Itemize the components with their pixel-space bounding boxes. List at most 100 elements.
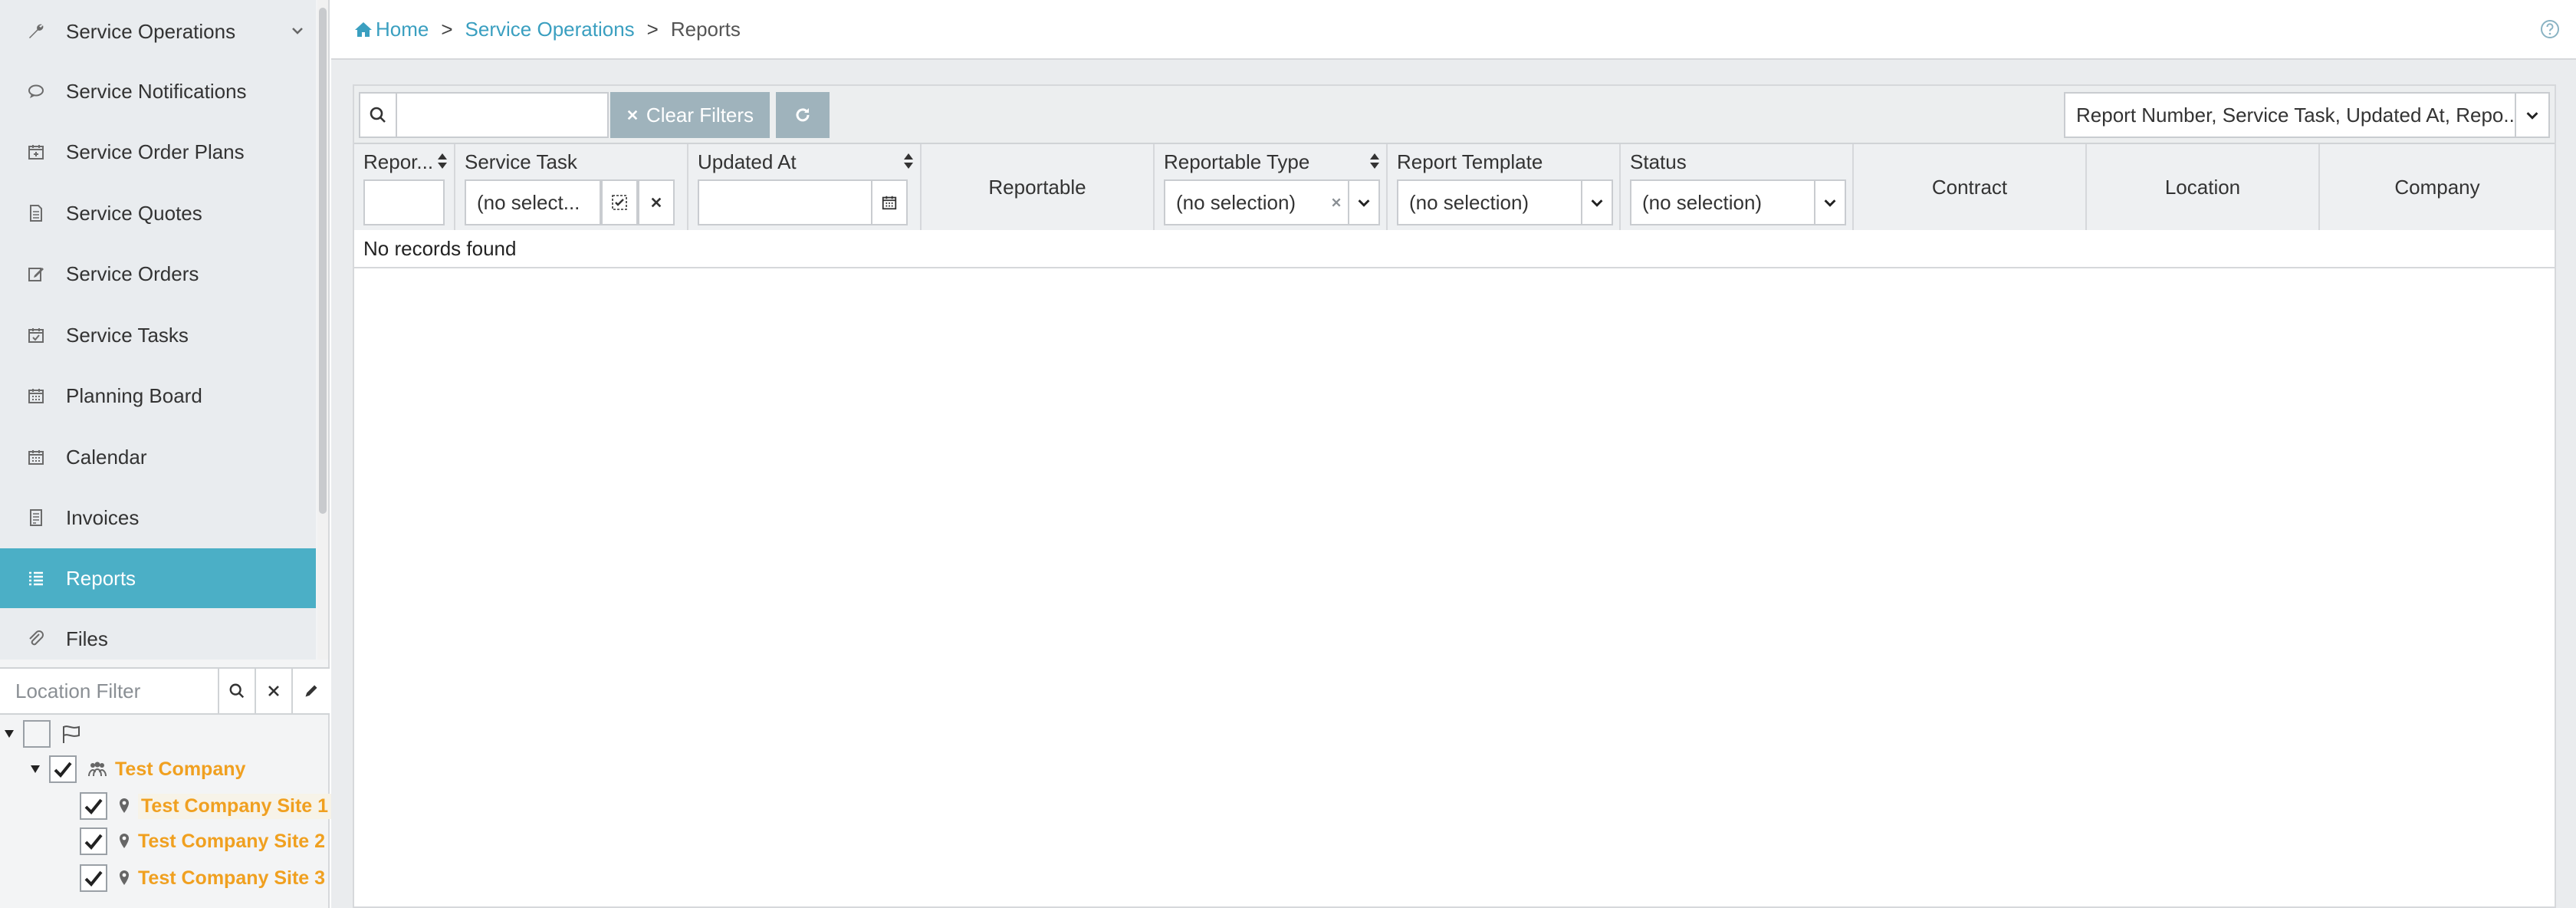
- tree-root-checkbox[interactable]: [23, 720, 51, 748]
- sidebar-item-service-orders[interactable]: Service Orders: [0, 244, 316, 304]
- service-task-filter-value: (no select...: [477, 190, 580, 214]
- tree-node-site: Test Company Site 1: [74, 789, 332, 823]
- site-checkbox[interactable]: [80, 827, 107, 855]
- site-checkbox[interactable]: [80, 792, 107, 820]
- clear-filters-button[interactable]: Clear Filters: [610, 92, 770, 138]
- breadcrumb-service-operations[interactable]: Service Operations: [465, 18, 635, 41]
- column-reportable-type[interactable]: Reportable Type (no selection): [1155, 144, 1388, 230]
- calendar-icon: [26, 447, 46, 467]
- service-task-filter[interactable]: (no select...: [465, 179, 601, 225]
- chevron-down-icon[interactable]: [1814, 181, 1845, 224]
- site-checkbox[interactable]: [80, 864, 107, 892]
- search-input[interactable]: [396, 92, 609, 138]
- clear-icon[interactable]: [1325, 197, 1348, 208]
- report-template-filter[interactable]: (no selection): [1397, 179, 1613, 225]
- tree-node-site: Test Company Site 3: [74, 861, 325, 895]
- column-header-label: Updated At: [698, 150, 797, 173]
- sidebar-item-service-notifications[interactable]: Service Notifications: [0, 61, 316, 121]
- main-content: Home > Service Operations > Reports Clea…: [331, 0, 2576, 908]
- sort-icon[interactable]: [437, 152, 448, 170]
- map-marker-icon: [118, 833, 130, 850]
- refresh-button[interactable]: [776, 92, 830, 138]
- sidebar-item-label: Planning Board: [66, 383, 202, 407]
- sidebar-item-label: Calendar: [66, 445, 147, 469]
- reports-panel: Clear Filters Report Number, Service Tas…: [353, 84, 2556, 908]
- date-picker-button[interactable]: [871, 179, 908, 225]
- location-edit-button[interactable]: [293, 669, 330, 713]
- updated-at-filter[interactable]: [698, 179, 872, 225]
- column-report-number[interactable]: Repor...: [354, 144, 455, 230]
- column-company[interactable]: Company: [2320, 144, 2555, 230]
- column-header-label: Service Task: [465, 150, 577, 173]
- tree-node-site: Test Company Site 2: [74, 824, 325, 858]
- location-clear-button[interactable]: [256, 669, 293, 713]
- location-search-button[interactable]: [219, 669, 256, 713]
- sidebar-item-service-quotes[interactable]: Service Quotes: [0, 183, 316, 243]
- close-icon: [268, 686, 279, 696]
- calendar-check-icon: [26, 325, 46, 345]
- sidebar-item-files[interactable]: Files: [0, 609, 316, 660]
- location-filter-input[interactable]: [0, 669, 219, 713]
- breadcrumb: Home > Service Operations > Reports: [331, 0, 2576, 60]
- column-header-label: Company: [2394, 175, 2480, 199]
- calendar-icon: [882, 196, 897, 210]
- sidebar-item-invoices[interactable]: Invoices: [0, 488, 316, 548]
- reportable-type-filter[interactable]: (no selection): [1164, 179, 1380, 225]
- column-header-label: Reportable: [988, 175, 1086, 199]
- chevron-down-icon[interactable]: [288, 21, 307, 40]
- column-header-label: Reportable Type: [1164, 150, 1310, 173]
- location-filter: [0, 667, 330, 715]
- company-checkbox[interactable]: [49, 755, 77, 783]
- chevron-down-icon[interactable]: [1348, 181, 1378, 224]
- sort-icon[interactable]: [903, 152, 914, 170]
- sidebar-item-planning-board[interactable]: Planning Board: [0, 366, 316, 426]
- sort-icon[interactable]: [1369, 152, 1380, 170]
- service-task-clear-button[interactable]: [638, 179, 675, 225]
- column-location[interactable]: Location: [2087, 144, 2320, 230]
- column-reportable[interactable]: Reportable: [922, 144, 1155, 230]
- calendar-icon: [26, 386, 46, 406]
- column-service-task[interactable]: Service Task (no select...: [455, 144, 688, 230]
- collapse-triangle-icon[interactable]: [2, 726, 17, 742]
- column-header-label: Contract: [1931, 175, 2008, 199]
- tree-node-company: Test Company: [28, 752, 245, 786]
- tree-company-label[interactable]: Test Company: [115, 758, 245, 781]
- map-marker-icon: [118, 870, 130, 887]
- sidebar-item-label: Service Order Plans: [66, 140, 245, 163]
- sidebar-item-reports[interactable]: Reports: [0, 548, 316, 608]
- columns-select[interactable]: Report Number, Service Task, Updated At,…: [2064, 92, 2550, 138]
- sidebar: Service Operations Service Notifications…: [0, 0, 332, 908]
- report-number-filter[interactable]: [363, 179, 445, 225]
- tree-site-label[interactable]: Test Company Site 3: [138, 867, 325, 890]
- service-task-select-button[interactable]: [601, 179, 638, 225]
- column-status[interactable]: Status (no selection): [1621, 144, 1854, 230]
- sidebar-nav: Service Operations Service Notifications…: [0, 0, 316, 660]
- table-header: Repor... Service Task (no select... Upda…: [354, 144, 2555, 230]
- tree-site-label[interactable]: Test Company Site 1: [138, 793, 332, 819]
- status-filter[interactable]: (no selection): [1630, 179, 1846, 225]
- tree-site-label[interactable]: Test Company Site 2: [138, 831, 325, 853]
- help-icon[interactable]: [2539, 18, 2561, 40]
- breadcrumb-home[interactable]: Home: [354, 18, 429, 41]
- sidebar-scrollbar[interactable]: [317, 0, 328, 660]
- invoice-icon: [26, 508, 46, 528]
- sidebar-item-service-tasks[interactable]: Service Tasks: [0, 305, 316, 365]
- column-report-template[interactable]: Report Template (no selection): [1388, 144, 1621, 230]
- column-header-label: Report Template: [1397, 150, 1543, 173]
- sidebar-item-service-order-plans[interactable]: Service Order Plans: [0, 122, 316, 182]
- search-button[interactable]: [359, 92, 397, 138]
- breadcrumb-separator: >: [441, 17, 453, 41]
- sidebar-item-calendar[interactable]: Calendar: [0, 427, 316, 487]
- breadcrumb-current: Reports: [670, 17, 741, 41]
- clear-filters-label: Clear Filters: [646, 103, 754, 127]
- empty-table-message: No records found: [354, 230, 2555, 268]
- column-updated-at[interactable]: Updated At: [688, 144, 922, 230]
- chevron-down-icon[interactable]: [2515, 94, 2548, 137]
- group-icon: [87, 761, 107, 778]
- collapse-triangle-icon[interactable]: [28, 762, 43, 777]
- list-icon: [26, 568, 46, 588]
- column-contract[interactable]: Contract: [1854, 144, 2087, 230]
- scrollbar-thumb[interactable]: [319, 8, 327, 514]
- chevron-down-icon[interactable]: [1581, 181, 1612, 224]
- sidebar-item-service-operations[interactable]: Service Operations: [0, 2, 316, 61]
